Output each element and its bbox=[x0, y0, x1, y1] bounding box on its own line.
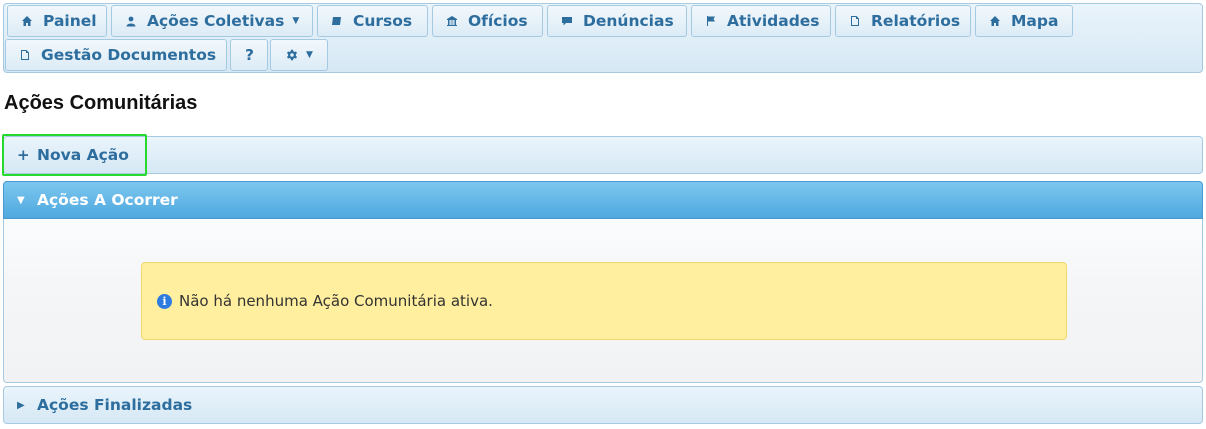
settings-button[interactable]: ▼ bbox=[270, 39, 328, 71]
chevron-down-icon: ▼ bbox=[306, 50, 313, 60]
upcoming-actions-header[interactable]: ▼ Ações A Ocorrer bbox=[3, 181, 1203, 219]
comment-icon bbox=[560, 15, 573, 28]
empty-state-message: Não há nenhuma Ação Comunitária ativa. bbox=[179, 292, 493, 310]
user-icon bbox=[124, 15, 137, 28]
menu-cursos-label: Cursos bbox=[353, 12, 413, 30]
new-action-label: Nova Ação bbox=[37, 146, 129, 164]
upcoming-actions-label: Ações A Ocorrer bbox=[37, 191, 178, 209]
menu-denuncias-label: Denúncias bbox=[583, 12, 674, 30]
menu-acoes-coletivas-label: Ações Coletivas bbox=[147, 12, 285, 30]
info-icon: i bbox=[157, 293, 172, 309]
menu-oficios-label: Ofícios bbox=[468, 12, 528, 30]
menu-mapa-button[interactable]: Mapa bbox=[975, 5, 1073, 37]
menu-denuncias-button[interactable]: Denúncias bbox=[547, 5, 687, 37]
finished-actions-header[interactable]: ▶ Ações Finalizadas bbox=[3, 386, 1203, 424]
menu-atividades-button[interactable]: Atividades bbox=[691, 5, 831, 37]
plus-icon: + bbox=[17, 146, 30, 164]
triangle-down-icon: ▼ bbox=[17, 194, 25, 206]
page-title: Ações Comunitárias bbox=[4, 92, 198, 114]
menu-oficios-button[interactable]: Ofícios bbox=[432, 5, 543, 37]
document-icon bbox=[848, 15, 861, 28]
menu-atividades-label: Atividades bbox=[727, 12, 820, 30]
chevron-down-icon: ▼ bbox=[292, 16, 300, 26]
new-action-header[interactable]: + Nova Ação bbox=[3, 136, 1203, 174]
flag-icon bbox=[704, 15, 717, 28]
help-label: ? bbox=[245, 46, 254, 64]
course-icon bbox=[330, 15, 343, 28]
menu-mapa-label: Mapa bbox=[1011, 12, 1059, 30]
upcoming-actions-panel: i Não há nenhuma Ação Comunitária ativa. bbox=[3, 219, 1203, 383]
home-icon bbox=[988, 15, 1001, 28]
building-icon bbox=[445, 15, 458, 28]
menu-gestao-documentos-button[interactable]: Gestão Documentos bbox=[5, 39, 227, 71]
empty-state-alert: i Não há nenhuma Ação Comunitária ativa. bbox=[141, 262, 1067, 340]
home-icon bbox=[20, 15, 33, 28]
document-icon bbox=[18, 49, 31, 62]
main-menu-bar: Painel Ações Coletivas ▼ Cursos Ofícios … bbox=[3, 3, 1203, 73]
triangle-right-icon: ▶ bbox=[17, 399, 25, 411]
menu-painel-label: Painel bbox=[43, 12, 97, 30]
menu-gestao-documentos-label: Gestão Documentos bbox=[41, 46, 217, 64]
menu-painel-button[interactable]: Painel bbox=[7, 5, 107, 37]
menu-cursos-button[interactable]: Cursos bbox=[317, 5, 428, 37]
menu-acoes-coletivas-button[interactable]: Ações Coletivas ▼ bbox=[111, 5, 313, 37]
finished-actions-label: Ações Finalizadas bbox=[37, 396, 193, 414]
gear-icon bbox=[285, 49, 298, 62]
menu-relatorios-label: Relatórios bbox=[871, 12, 961, 30]
help-button[interactable]: ? bbox=[230, 39, 268, 71]
menu-relatorios-button[interactable]: Relatórios bbox=[835, 5, 971, 37]
